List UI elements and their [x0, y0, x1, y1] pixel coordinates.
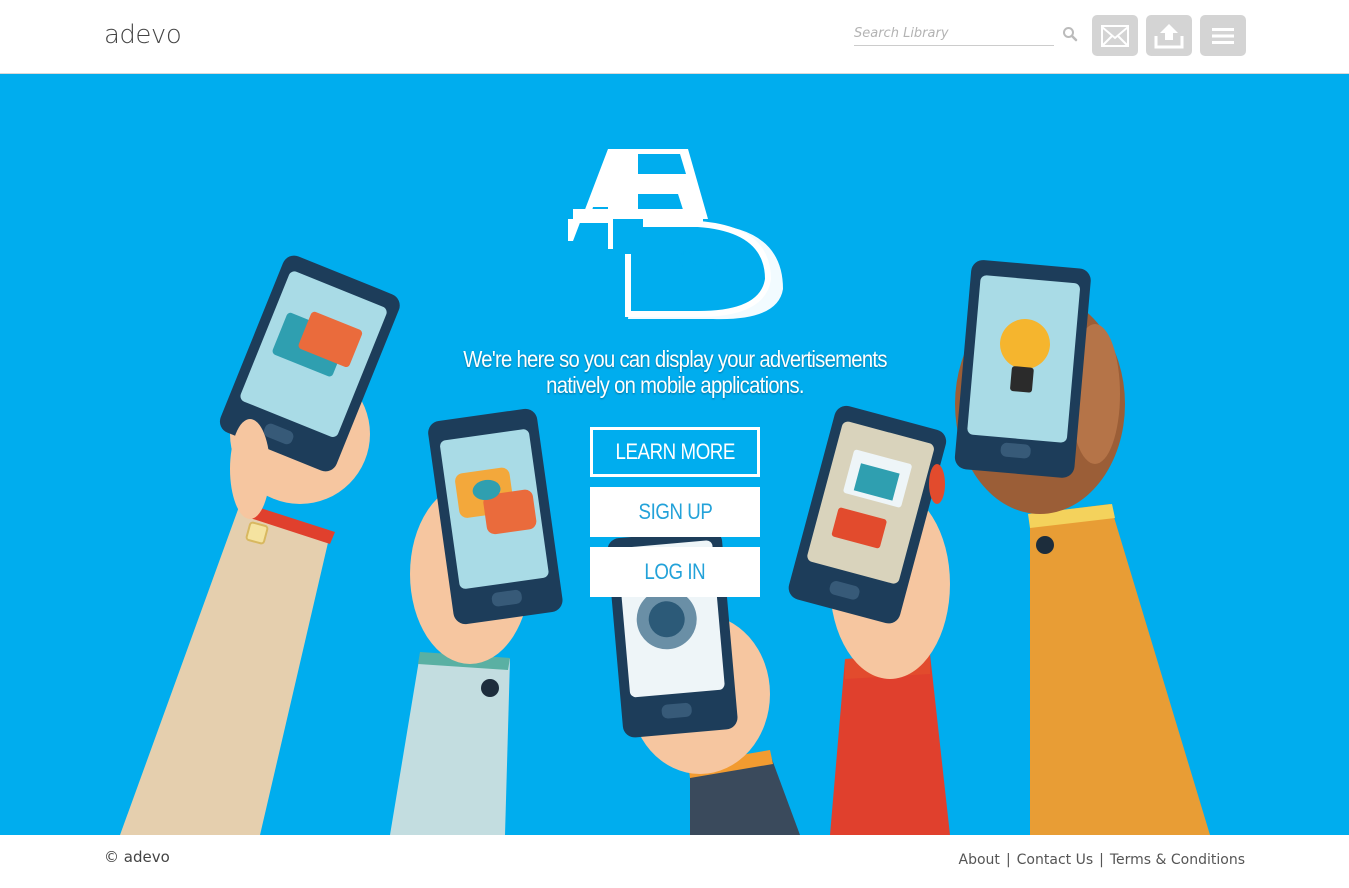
- brand-logo-text[interactable]: adevo: [104, 20, 182, 50]
- footer-link-terms[interactable]: Terms & Conditions: [1110, 852, 1245, 868]
- copyright-text: © adevo: [104, 848, 170, 866]
- hero-section: EVO We're here so you can display your a…: [0, 74, 1349, 835]
- mail-icon: [1101, 24, 1129, 47]
- upload-icon: [1154, 23, 1184, 48]
- tagline-line-2: natively on mobile applications.: [546, 372, 804, 398]
- sign-up-label: SIGN UP: [638, 499, 712, 524]
- learn-more-button[interactable]: LEARN MORE: [590, 427, 760, 477]
- learn-more-label: LEARN MORE: [615, 439, 735, 464]
- log-in-button[interactable]: LOG IN: [590, 547, 760, 597]
- logo-evo-text: EVO: [668, 247, 722, 275]
- mail-button[interactable]: [1092, 15, 1138, 56]
- footer-links: About | Contact Us | Terms & Conditions: [959, 852, 1245, 868]
- search-input[interactable]: [854, 22, 1054, 44]
- adevo-logo-graphic: EVO: [568, 149, 783, 320]
- menu-button[interactable]: [1200, 15, 1246, 56]
- footer: © adevo About | Contact Us | Terms & Conditi…: [0, 835, 1349, 888]
- search-box[interactable]: [854, 22, 1054, 46]
- footer-separator: |: [1005, 852, 1011, 868]
- upload-button[interactable]: [1146, 15, 1192, 56]
- menu-icon: [1212, 27, 1234, 44]
- tagline-line-1: We're here so you can display your adver…: [463, 346, 887, 372]
- footer-separator: |: [1099, 852, 1104, 868]
- log-in-label: LOG IN: [644, 559, 706, 584]
- hero-tagline: We're here so you can display your adver…: [415, 346, 934, 398]
- header-bar: adevo: [0, 0, 1349, 74]
- footer-link-contact[interactable]: Contact Us: [1017, 852, 1093, 868]
- footer-link-about[interactable]: About: [959, 852, 1000, 868]
- sign-up-button[interactable]: SIGN UP: [590, 487, 760, 537]
- search-icon[interactable]: [1062, 26, 1078, 42]
